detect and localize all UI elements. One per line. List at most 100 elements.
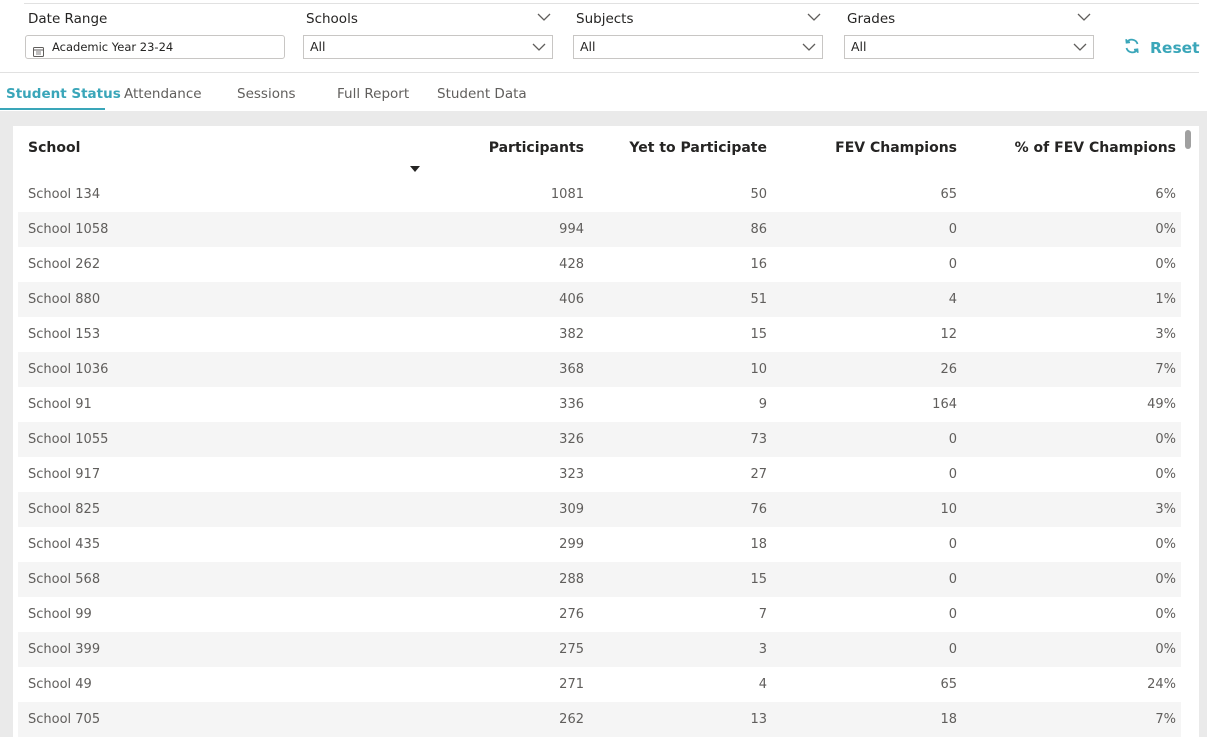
cell-participants: 271 (559, 677, 584, 692)
top-divider (24, 3, 1199, 4)
cell-school: School 153 (28, 327, 101, 342)
vertical-scrollbar[interactable] (1183, 126, 1193, 737)
table-row[interactable]: School 153 382 15 12 3% (18, 317, 1181, 352)
cell-yet-to-participate: 4 (758, 677, 767, 692)
reset-label: Reset (1150, 39, 1200, 57)
cell-school: School 49 (28, 677, 92, 692)
chevron-down-icon[interactable] (536, 10, 552, 24)
chevron-down-icon[interactable] (806, 10, 822, 24)
tab-sessions[interactable]: Sessions (237, 86, 296, 102)
schools-select[interactable]: All (303, 35, 553, 59)
chevron-down-icon[interactable] (1076, 10, 1092, 24)
tab-attendance[interactable]: Attendance (124, 86, 202, 102)
subjects-select[interactable]: All (573, 35, 823, 59)
cell-participants: 406 (559, 292, 584, 307)
cell-fev-champions: 0 (948, 432, 957, 447)
cell-participants: 299 (559, 537, 584, 552)
student-status-table: School Participants Yet to Participate F… (13, 126, 1199, 737)
cell-school: School 1058 (28, 222, 109, 237)
scrollbar-thumb[interactable] (1185, 130, 1191, 149)
cell-school: School 1036 (28, 362, 109, 377)
table-row[interactable]: School 880 406 51 4 1% (18, 282, 1181, 317)
table-row[interactable]: School 1055 326 73 0 0% (18, 422, 1181, 457)
calendar-icon (33, 42, 44, 57)
sort-descending-icon[interactable] (410, 157, 420, 172)
cell-pct-fev-champions: 3% (1155, 327, 1176, 342)
cell-yet-to-participate: 51 (750, 292, 767, 307)
cell-yet-to-participate: 18 (750, 537, 767, 552)
cell-yet-to-participate: 3 (758, 642, 767, 657)
table-row[interactable]: School 134 1081 50 65 6% (18, 177, 1181, 212)
date-range-value: Academic Year 23-24 (52, 40, 174, 54)
table-row[interactable]: School 435 299 18 0 0% (18, 527, 1181, 562)
cell-participants: 428 (559, 257, 584, 272)
column-header-yet-to-participate[interactable]: Yet to Participate (607, 140, 767, 156)
date-range-picker[interactable]: Academic Year 23-24 (25, 35, 285, 59)
cell-yet-to-participate: 15 (750, 327, 767, 342)
schools-label: Schools (306, 11, 358, 27)
table-row[interactable]: School 262 428 16 0 0% (18, 247, 1181, 282)
cell-pct-fev-champions: 49% (1147, 397, 1176, 412)
cell-yet-to-participate: 76 (750, 502, 767, 517)
cell-yet-to-participate: 50 (750, 187, 767, 202)
tab-student-data[interactable]: Student Data (437, 86, 527, 102)
cell-pct-fev-champions: 7% (1155, 712, 1176, 727)
cell-participants: 1081 (550, 187, 584, 202)
tab-full-report[interactable]: Full Report (337, 86, 409, 102)
column-header-school[interactable]: School (28, 140, 80, 156)
cell-school: School 705 (28, 712, 101, 727)
cell-fev-champions: 10 (940, 502, 957, 517)
table-row[interactable]: School 399 275 3 0 0% (18, 632, 1181, 667)
cell-school: School 134 (28, 187, 101, 202)
table-row[interactable]: School 568 288 15 0 0% (18, 562, 1181, 597)
cell-pct-fev-champions: 0% (1155, 467, 1176, 482)
cell-participants: 323 (559, 467, 584, 482)
cell-yet-to-participate: 10 (750, 362, 767, 377)
cell-fev-champions: 0 (948, 572, 957, 587)
cell-fev-champions: 164 (932, 397, 957, 412)
table-row[interactable]: School 1036 368 10 26 7% (18, 352, 1181, 387)
cell-pct-fev-champions: 0% (1155, 572, 1176, 587)
cell-school: School 435 (28, 537, 101, 552)
table-row[interactable]: School 705 262 13 18 7% (18, 702, 1181, 737)
cell-pct-fev-champions: 7% (1155, 362, 1176, 377)
table-row[interactable]: School 99 276 7 0 0% (18, 597, 1181, 632)
cell-fev-champions: 0 (948, 257, 957, 272)
cell-fev-champions: 0 (948, 642, 957, 657)
cell-participants: 368 (559, 362, 584, 377)
schools-value: All (310, 39, 326, 54)
cell-fev-champions: 0 (948, 537, 957, 552)
cell-participants: 288 (559, 572, 584, 587)
cell-participants: 262 (559, 712, 584, 727)
table-row[interactable]: School 91 336 9 164 49% (18, 387, 1181, 422)
grades-select[interactable]: All (844, 35, 1094, 59)
table-row[interactable]: School 49 271 4 65 24% (18, 667, 1181, 702)
date-range-label: Date Range (28, 11, 108, 27)
cell-pct-fev-champions: 3% (1155, 502, 1176, 517)
column-header-participants[interactable]: Participants (444, 140, 584, 156)
cell-participants: 309 (559, 502, 584, 517)
tab-student-status[interactable]: Student Status (6, 86, 121, 102)
table-row[interactable]: School 825 309 76 10 3% (18, 492, 1181, 527)
cell-participants: 382 (559, 327, 584, 342)
cell-fev-champions: 12 (940, 327, 957, 342)
column-header-fev-champions[interactable]: FEV Champions (797, 140, 957, 156)
refresh-icon (1123, 37, 1141, 59)
cell-participants: 275 (559, 642, 584, 657)
column-header-pct-fev-champions[interactable]: % of FEV Champions (986, 140, 1176, 156)
cell-yet-to-participate: 13 (750, 712, 767, 727)
cell-pct-fev-champions: 0% (1155, 432, 1176, 447)
cell-yet-to-participate: 86 (750, 222, 767, 237)
cell-yet-to-participate: 7 (758, 607, 767, 622)
cell-yet-to-participate: 27 (750, 467, 767, 482)
active-tab-indicator (0, 108, 105, 110)
grades-label: Grades (847, 11, 896, 27)
cell-pct-fev-champions: 0% (1155, 257, 1176, 272)
cell-pct-fev-champions: 0% (1155, 222, 1176, 237)
cell-fev-champions: 26 (940, 362, 957, 377)
table-row[interactable]: School 1058 994 86 0 0% (18, 212, 1181, 247)
cell-school: School 91 (28, 397, 92, 412)
grades-value: All (851, 39, 867, 54)
reset-button[interactable]: Reset (1123, 37, 1200, 59)
table-row[interactable]: School 917 323 27 0 0% (18, 457, 1181, 492)
